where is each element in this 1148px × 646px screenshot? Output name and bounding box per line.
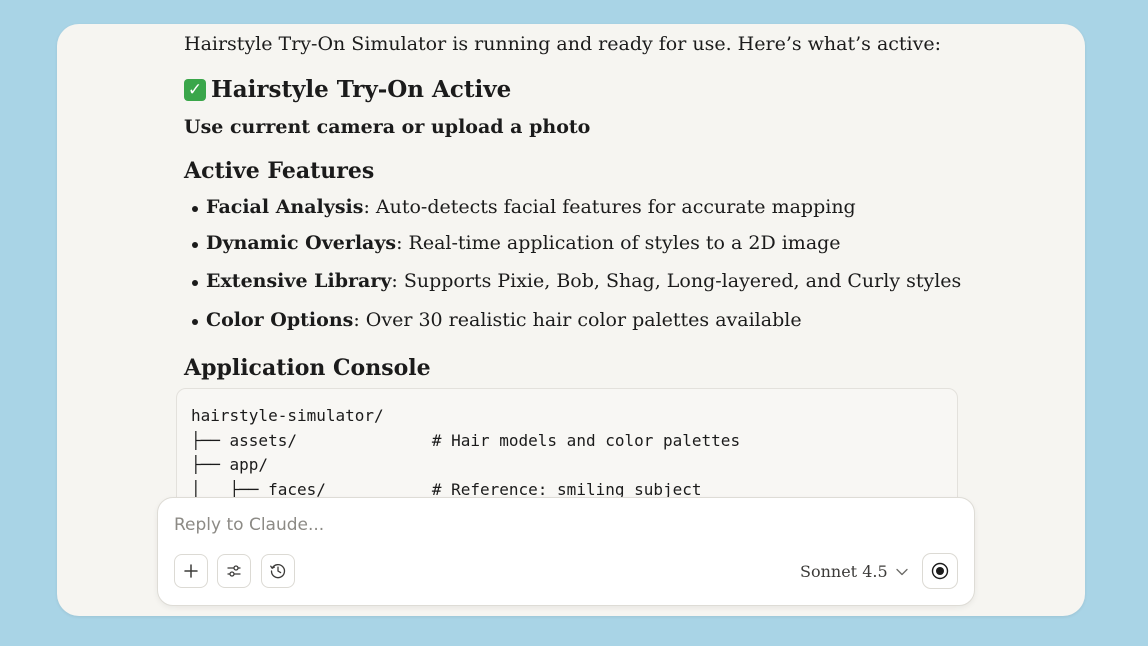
list-item: Color Options: Over 30 realistic hair co… (184, 309, 802, 331)
console-heading: Application Console (184, 355, 431, 381)
chevron-down-icon (895, 568, 908, 575)
add-button[interactable] (174, 554, 208, 588)
chat-window: Hairstyle Try-On Simulator is running an… (57, 24, 1085, 616)
check-mark-icon: ✓ (184, 78, 206, 101)
record-icon (931, 562, 949, 580)
model-selector[interactable]: Sonnet 4.5 (800, 562, 908, 581)
model-name: Sonnet 4.5 (800, 562, 888, 581)
clock-icon (270, 564, 286, 579)
feature-text: : Auto-detects facial features for accur… (363, 196, 856, 218)
feature-text: : Over 30 realistic hair color palettes … (353, 309, 802, 331)
status-heading: ✓ Hairstyle Try-On Active (184, 76, 511, 103)
list-item: Dynamic Overlays: Real-time application … (184, 232, 841, 254)
feature-title: Dynamic Overlays (206, 232, 397, 254)
list-item: Facial Analysis: Auto-detects facial fea… (184, 196, 856, 218)
tools-button[interactable] (217, 554, 251, 588)
voice-button[interactable] (922, 553, 958, 589)
list-item: Extensive Library: Supports Pixie, Bob, … (184, 270, 961, 292)
status-heading-text: Hairstyle Try-On Active (211, 76, 512, 103)
feature-title: Facial Analysis (206, 196, 364, 218)
history-button[interactable] (261, 554, 295, 588)
feature-text: : Supports Pixie, Bob, Shag, Long-layere… (391, 270, 962, 292)
feature-title: Color Options (206, 309, 354, 331)
features-heading: Active Features (184, 158, 375, 184)
feature-text: : Real-time application of styles to a 2… (396, 232, 841, 254)
reply-composer: Sonnet 4.5 (157, 497, 975, 606)
intro-text: Hairstyle Try-On Simulator is running an… (184, 33, 942, 55)
sliders-icon (227, 565, 241, 577)
reply-input[interactable] (174, 512, 774, 538)
plus-icon (184, 564, 198, 578)
subheading: Use current camera or upload a photo (184, 116, 591, 138)
feature-title: Extensive Library (206, 270, 392, 292)
